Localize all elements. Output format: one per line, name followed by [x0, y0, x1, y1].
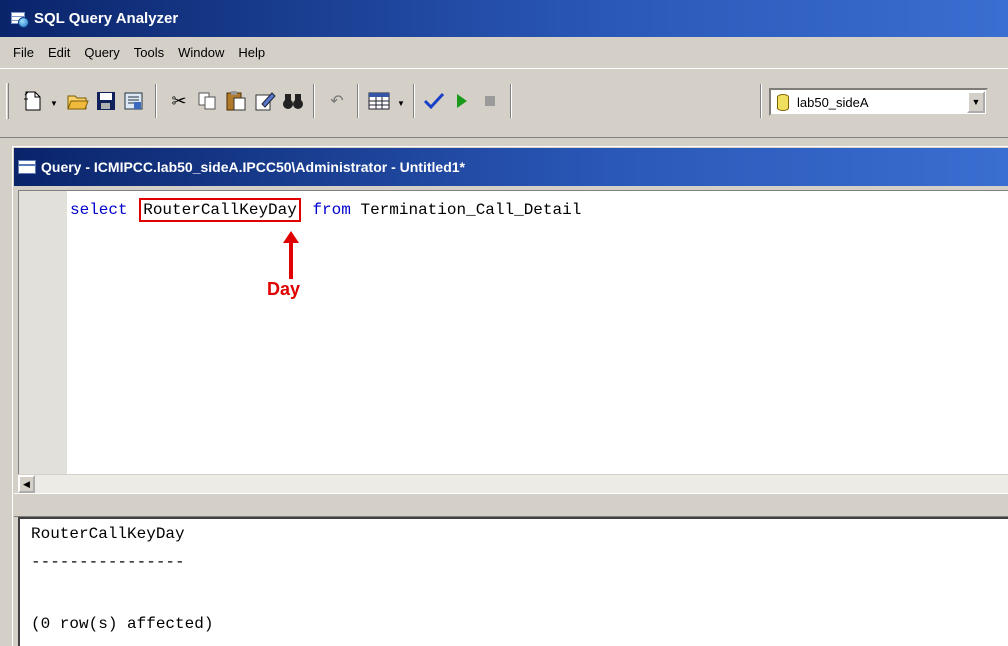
execute-icon[interactable] — [449, 87, 475, 115]
annotation-arrow — [283, 231, 299, 279]
open-folder-icon[interactable] — [65, 87, 91, 115]
toolbar-separator — [155, 84, 157, 118]
highlighted-column: RouterCallKeyDay — [139, 198, 301, 222]
save-icon[interactable] — [93, 87, 119, 115]
query-editor[interactable]: select RouterCallKeyDay from Termination… — [18, 190, 1008, 475]
menu-window[interactable]: Window — [171, 45, 231, 60]
parse-query-icon[interactable] — [421, 87, 447, 115]
menu-help[interactable]: Help — [231, 45, 272, 60]
toolbar-separator — [413, 84, 415, 118]
app-titlebar[interactable]: SQL Query Analyzer — [0, 0, 1008, 37]
annotation-label: Day — [267, 279, 301, 299]
pane-splitter[interactable] — [14, 493, 1008, 517]
result-column-header: RouterCallKeyDay — [31, 525, 185, 543]
menu-query[interactable]: Query — [77, 45, 126, 60]
scroll-left-icon[interactable]: ◀ — [18, 475, 35, 493]
toolbar: ▼ ✂ ↶ ▼ lab50_sideA ▼ — [0, 68, 1008, 138]
copy-icon[interactable] — [194, 87, 220, 115]
app-title: SQL Query Analyzer — [34, 10, 179, 27]
editor-gutter — [19, 191, 67, 475]
result-divider: ---------------- — [31, 553, 185, 571]
toolbar-separator — [313, 84, 315, 118]
paste-icon[interactable] — [223, 87, 249, 115]
menu-tools[interactable]: Tools — [127, 45, 171, 60]
results-mode-icon[interactable] — [366, 87, 392, 115]
database-icon — [777, 93, 789, 111]
result-message: (0 row(s) affected) — [31, 615, 214, 633]
database-select-value: lab50_sideA — [797, 94, 869, 110]
chevron-down-icon[interactable]: ▼ — [397, 99, 405, 108]
sql-table-name: Termination_Call_Detail — [360, 201, 582, 219]
chevron-down-icon[interactable]: ▼ — [967, 91, 985, 113]
chevron-down-icon[interactable]: ▼ — [50, 99, 58, 108]
sql-keyword-select: select — [70, 201, 128, 219]
toolbar-grip[interactable] — [6, 83, 9, 119]
cut-icon[interactable]: ✂ — [166, 87, 192, 115]
sql-keyword-from: from — [312, 201, 351, 219]
database-select[interactable]: lab50_sideA ▼ — [769, 88, 988, 116]
find-icon[interactable] — [280, 87, 306, 115]
query-window-icon — [18, 160, 36, 174]
toolbar-separator — [510, 84, 512, 118]
code-line[interactable]: select RouterCallKeyDay from Termination… — [70, 198, 582, 222]
load-script-icon[interactable] — [121, 87, 147, 115]
query-window-title: Query - ICMIPCC.lab50_sideA.IPCC50\Admin… — [41, 159, 465, 175]
menu-file[interactable]: File — [6, 45, 41, 60]
cancel-execution-icon[interactable] — [477, 87, 503, 115]
results-pane[interactable]: RouterCallKeyDay ---------------- (0 row… — [18, 517, 1008, 646]
query-analyzer-icon — [10, 9, 30, 29]
new-query-icon[interactable] — [20, 87, 46, 115]
horizontal-scrollbar[interactable]: ◀ — [18, 474, 1008, 493]
menu-edit[interactable]: Edit — [41, 45, 77, 60]
query-window-titlebar[interactable]: Query - ICMIPCC.lab50_sideA.IPCC50\Admin… — [14, 148, 1008, 186]
toolbar-separator — [357, 84, 359, 118]
undo-icon[interactable]: ↶ — [324, 87, 350, 115]
menu-bar: File Edit Query Tools Window Help — [0, 37, 1008, 68]
toolbar-separator — [760, 84, 762, 118]
clear-window-icon[interactable] — [252, 87, 278, 115]
